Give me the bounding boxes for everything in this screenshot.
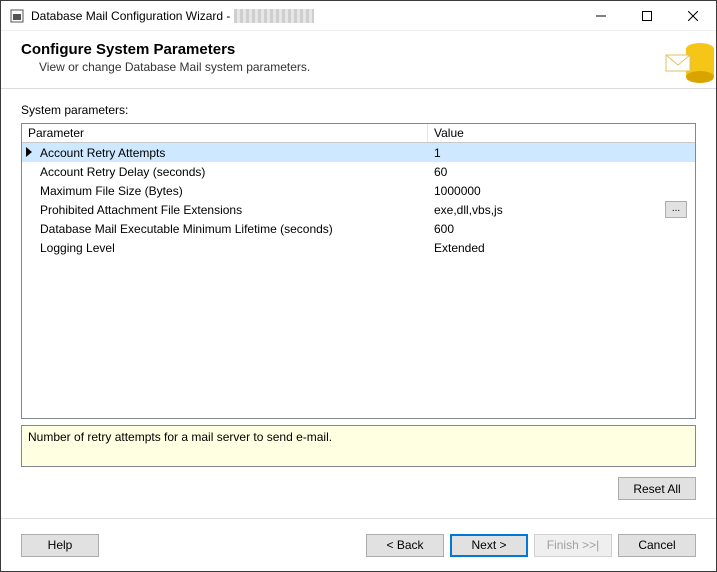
value-cell[interactable]: 600: [428, 222, 695, 236]
value-text: exe,dll,vbs,js: [434, 203, 503, 217]
param-cell[interactable]: Database Mail Executable Minimum Lifetim…: [22, 222, 428, 236]
back-button[interactable]: < Back: [366, 534, 444, 557]
grid-caption: System parameters:: [21, 103, 696, 117]
finish-button: Finish >>|: [534, 534, 612, 557]
header-graphic-icon: [664, 37, 716, 89]
param-cell[interactable]: Account Retry Attempts: [22, 146, 428, 160]
wizard-footer: Help < Back Next > Finish >>| Cancel: [1, 519, 716, 571]
col-header-parameter[interactable]: Parameter: [22, 124, 428, 142]
description-text: Number of retry attempts for a mail serv…: [28, 430, 332, 444]
page-title: Configure System Parameters: [21, 41, 696, 58]
window-title: Database Mail Configuration Wizard -: [31, 9, 230, 23]
minimize-button[interactable]: [578, 1, 624, 31]
param-cell[interactable]: Maximum File Size (Bytes): [22, 184, 428, 198]
table-row[interactable]: Prohibited Attachment File Extensionsexe…: [22, 200, 695, 219]
value-cell[interactable]: 1: [428, 146, 695, 160]
value-text: 1: [434, 146, 441, 160]
value-cell[interactable]: 60: [428, 165, 695, 179]
col-header-value[interactable]: Value: [428, 124, 695, 142]
titlebar[interactable]: Database Mail Configuration Wizard -: [1, 1, 716, 31]
close-button[interactable]: [670, 1, 716, 31]
app-icon: [9, 8, 25, 24]
maximize-button[interactable]: [624, 1, 670, 31]
description-panel: Number of retry attempts for a mail serv…: [21, 425, 696, 467]
grid-body: Account Retry Attempts 1 Account Retry Del…: [22, 143, 695, 418]
help-button[interactable]: Help: [21, 534, 99, 557]
value-text: 60: [434, 165, 447, 179]
next-button[interactable]: Next >: [450, 534, 528, 557]
wizard-body: System parameters: Parameter Value Accou…: [1, 89, 716, 512]
table-row[interactable]: Logging Level Extended: [22, 238, 695, 257]
table-row[interactable]: Account Retry Delay (seconds) 60: [22, 162, 695, 181]
reset-all-button[interactable]: Reset All: [618, 477, 696, 500]
table-row[interactable]: Maximum File Size (Bytes) 1000000: [22, 181, 695, 200]
param-cell[interactable]: Prohibited Attachment File Extensions: [22, 203, 428, 217]
page-subtitle: View or change Database Mail system para…: [39, 60, 696, 74]
table-row[interactable]: Account Retry Attempts 1: [22, 143, 695, 162]
param-cell[interactable]: Account Retry Delay (seconds): [22, 165, 428, 179]
server-name-redacted: [234, 9, 314, 23]
value-text: 600: [434, 222, 454, 236]
wizard-window: Database Mail Configuration Wizard - Con…: [0, 0, 717, 572]
value-cell[interactable]: 1000000: [428, 184, 695, 198]
ellipsis-button[interactable]: ...: [665, 201, 687, 218]
wizard-header: Configure System Parameters View or chan…: [1, 31, 716, 89]
cancel-button[interactable]: Cancel: [618, 534, 696, 557]
table-row[interactable]: Database Mail Executable Minimum Lifetim…: [22, 219, 695, 238]
value-cell[interactable]: exe,dll,vbs,js...: [428, 201, 695, 218]
value-text: 1000000: [434, 184, 481, 198]
value-cell[interactable]: Extended: [428, 241, 695, 255]
param-cell[interactable]: Logging Level: [22, 241, 428, 255]
grid-header: Parameter Value: [22, 124, 695, 143]
parameters-grid[interactable]: Parameter Value Account Retry Attempts1A…: [21, 123, 696, 419]
value-text: Extended: [434, 241, 485, 255]
